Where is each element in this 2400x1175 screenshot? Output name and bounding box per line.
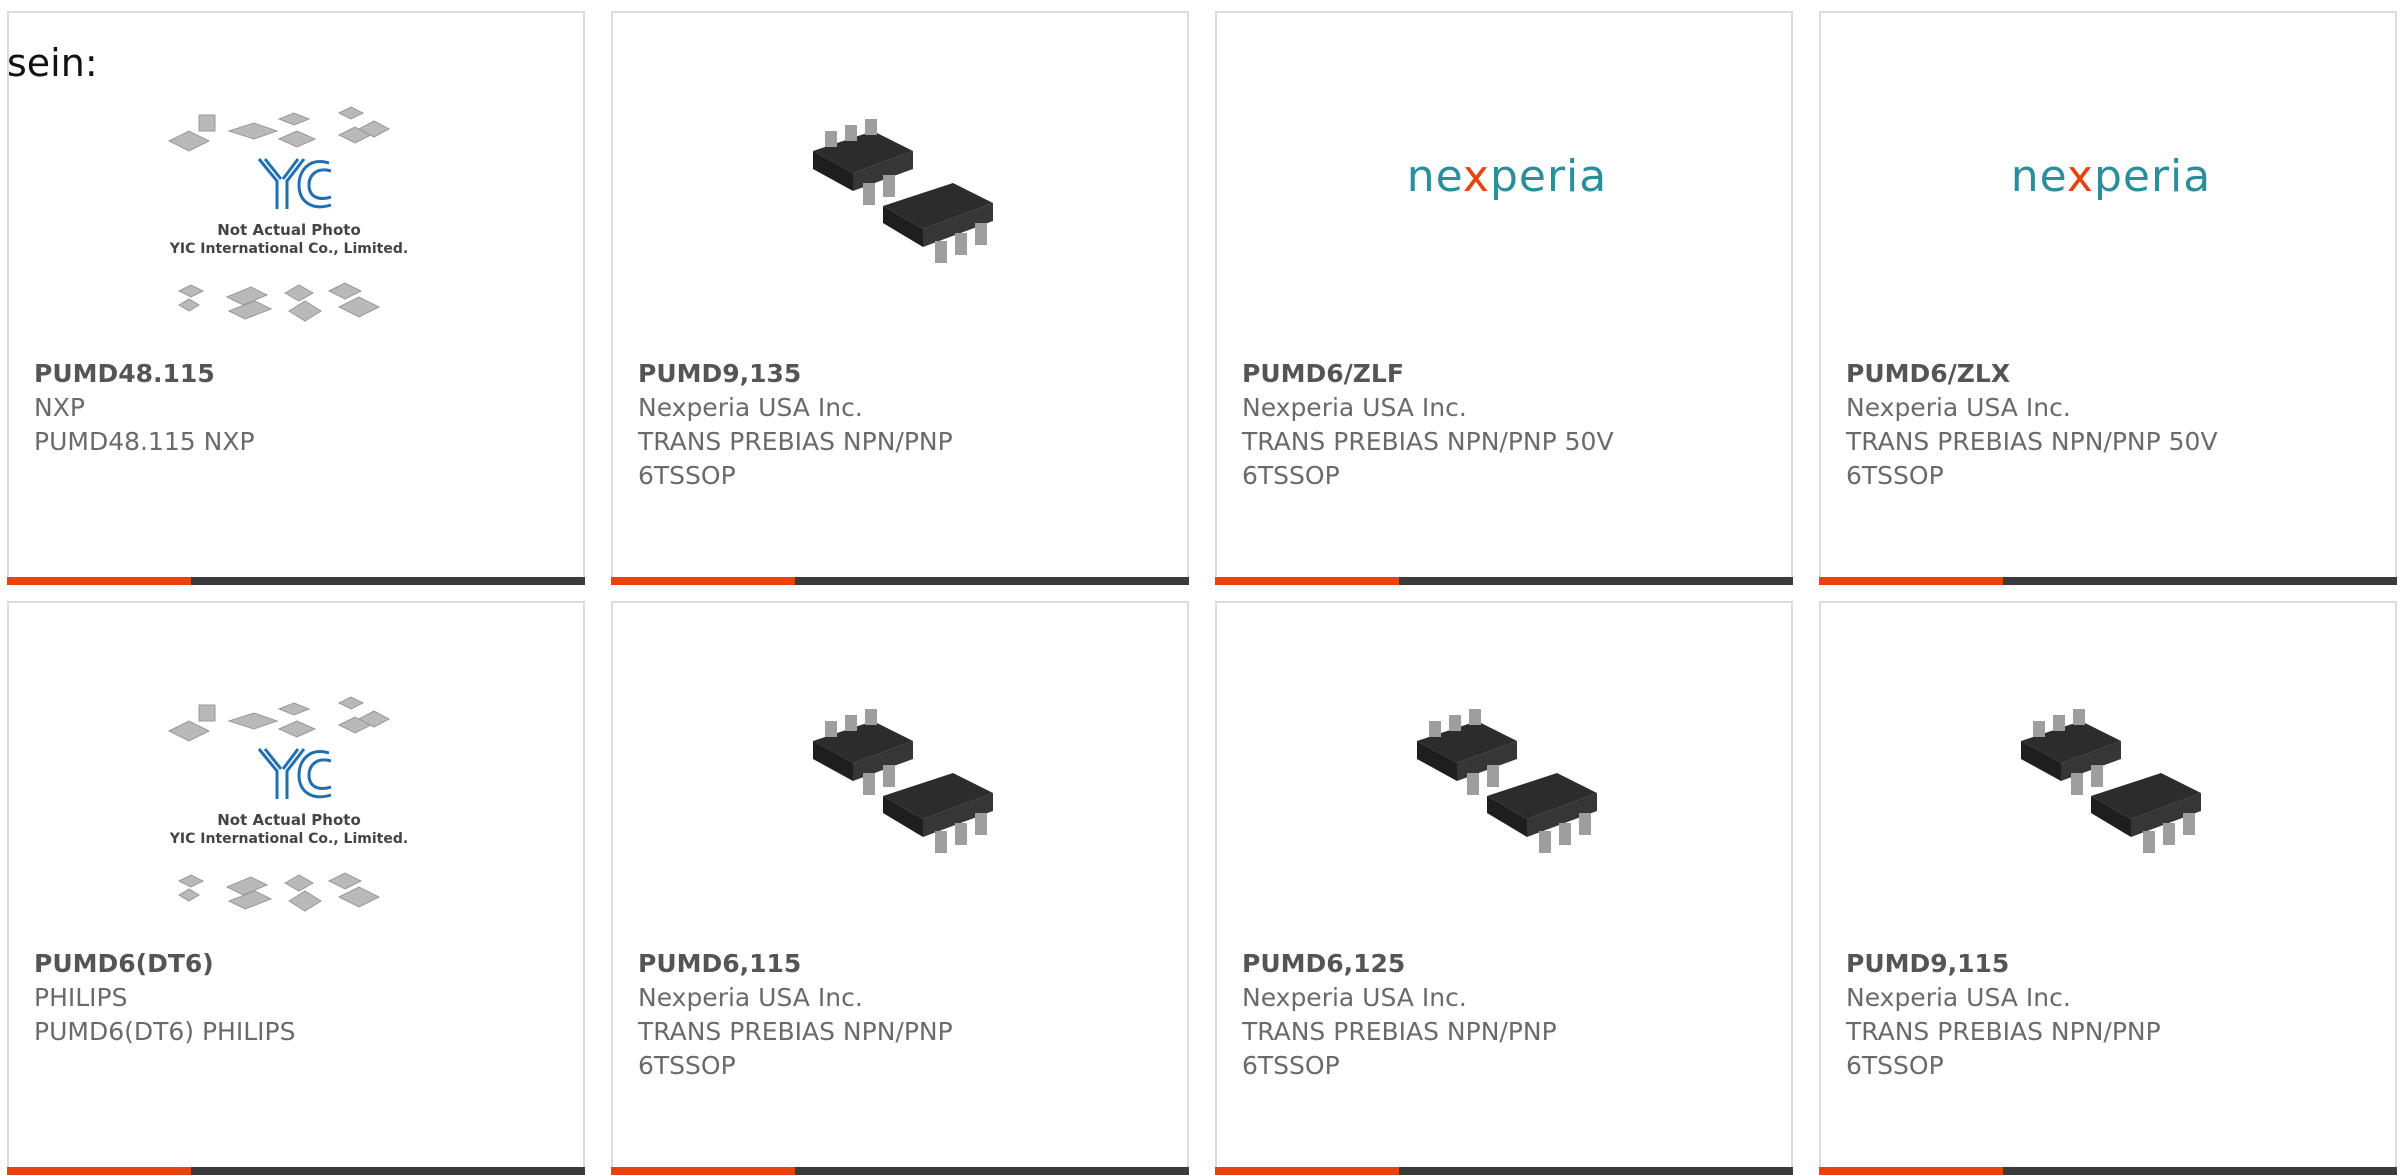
product-info: PUMD6/ZLF Nexperia USA Inc. TRANS PREBIA… xyxy=(1242,357,1771,493)
product-info: PUMD48.115 NXP PUMD48.115 NXP xyxy=(34,357,563,459)
package: 6TSSOP xyxy=(638,1051,736,1080)
card-bottom-bar xyxy=(1215,577,1793,585)
sot363-package-image xyxy=(1407,681,1607,881)
manufacturer: Nexperia USA Inc. xyxy=(1242,983,1467,1012)
description: TRANS PREBIAS NPN/PNP 50V xyxy=(1846,427,2218,456)
description: TRANS PREBIAS NPN/PNP xyxy=(638,1017,953,1046)
yic-caption-2: YIC International Co., Limited. xyxy=(169,241,408,257)
product-card[interactable]: nexperia PUMD6/ZLX Nexperia USA Inc. TRA… xyxy=(1819,11,2397,585)
product-info: PUMD6(DT6) PHILIPS PUMD6(DT6) PHILIPS xyxy=(34,947,563,1049)
part-number-link[interactable]: PUMD6(DT6) xyxy=(34,947,563,981)
product-card[interactable]: PUMD6,115 Nexperia USA Inc. TRANS PREBIA… xyxy=(611,601,1189,1175)
manufacturer: Nexperia USA Inc. xyxy=(1242,393,1467,422)
card-bottom-bar xyxy=(7,1167,585,1175)
manufacturer: Nexperia USA Inc. xyxy=(638,983,863,1012)
description: TRANS PREBIAS NPN/PNP xyxy=(1846,1017,2161,1046)
yic-placeholder-image: Not Actual Photo YIC International Co., … xyxy=(159,101,439,351)
product-info: PUMD9,135 Nexperia USA Inc. TRANS PREBIA… xyxy=(638,357,1167,493)
card-bottom-bar xyxy=(1819,1167,2397,1175)
part-number-link[interactable]: PUMD48.115 xyxy=(34,357,563,391)
product-info: PUMD6,125 Nexperia USA Inc. TRANS PREBIA… xyxy=(1242,947,1771,1083)
part-number-link[interactable]: PUMD9,115 xyxy=(1846,947,2375,981)
card-bottom-bar xyxy=(7,577,585,585)
product-card[interactable]: PUMD6,125 Nexperia USA Inc. TRANS PREBIA… xyxy=(1215,601,1793,1175)
card-bottom-bar xyxy=(611,1167,1189,1175)
product-card[interactable]: nexperia PUMD6/ZLF Nexperia USA Inc. TRA… xyxy=(1215,11,1793,585)
product-info: PUMD6,115 Nexperia USA Inc. TRANS PREBIA… xyxy=(638,947,1167,1083)
card-bottom-bar xyxy=(1819,577,2397,585)
nexperia-logo: nexperia xyxy=(1406,151,1608,202)
sot363-package-image xyxy=(803,91,1003,291)
description: PUMD6(DT6) PHILIPS xyxy=(34,1017,296,1046)
intro-text: sein: xyxy=(7,41,98,85)
yic-placeholder-image: Not Actual Photo YIC International Co., … xyxy=(159,691,439,941)
package: 6TSSOP xyxy=(1242,461,1340,490)
part-number-link[interactable]: PUMD6/ZLX xyxy=(1846,357,2375,391)
part-number-link[interactable]: PUMD9,135 xyxy=(638,357,1167,391)
sot363-package-image xyxy=(803,681,1003,881)
description: TRANS PREBIAS NPN/PNP 50V xyxy=(1242,427,1614,456)
yic-caption-1: Not Actual Photo xyxy=(217,811,361,829)
product-card[interactable]: Not Actual Photo YIC International Co., … xyxy=(7,11,585,585)
product-card[interactable]: Not Actual Photo YIC International Co., … xyxy=(7,601,585,1175)
product-card[interactable]: PUMD9,115 Nexperia USA Inc. TRANS PREBIA… xyxy=(1819,601,2397,1175)
manufacturer: Nexperia USA Inc. xyxy=(1846,393,2071,422)
product-info: PUMD9,115 Nexperia USA Inc. TRANS PREBIA… xyxy=(1846,947,2375,1083)
product-info: PUMD6/ZLX Nexperia USA Inc. TRANS PREBIA… xyxy=(1846,357,2375,493)
manufacturer: NXP xyxy=(34,393,85,422)
package: 6TSSOP xyxy=(638,461,736,490)
product-card[interactable]: PUMD9,135 Nexperia USA Inc. TRANS PREBIA… xyxy=(611,11,1189,585)
card-bottom-bar xyxy=(1215,1167,1793,1175)
description: TRANS PREBIAS NPN/PNP xyxy=(638,427,953,456)
manufacturer: PHILIPS xyxy=(34,983,128,1012)
card-bottom-bar xyxy=(611,577,1189,585)
part-number-link[interactable]: PUMD6,125 xyxy=(1242,947,1771,981)
package: 6TSSOP xyxy=(1846,1051,1944,1080)
yic-caption-2: YIC International Co., Limited. xyxy=(169,831,408,847)
manufacturer: Nexperia USA Inc. xyxy=(1846,983,2071,1012)
package: 6TSSOP xyxy=(1242,1051,1340,1080)
manufacturer: Nexperia USA Inc. xyxy=(638,393,863,422)
sot363-package-image xyxy=(2011,681,2211,881)
package: 6TSSOP xyxy=(1846,461,1944,490)
part-number-link[interactable]: PUMD6/ZLF xyxy=(1242,357,1771,391)
description: TRANS PREBIAS NPN/PNP xyxy=(1242,1017,1557,1046)
part-number-link[interactable]: PUMD6,115 xyxy=(638,947,1167,981)
yic-caption-1: Not Actual Photo xyxy=(217,221,361,239)
description: PUMD48.115 NXP xyxy=(34,427,255,456)
nexperia-logo: nexperia xyxy=(2010,151,2212,202)
